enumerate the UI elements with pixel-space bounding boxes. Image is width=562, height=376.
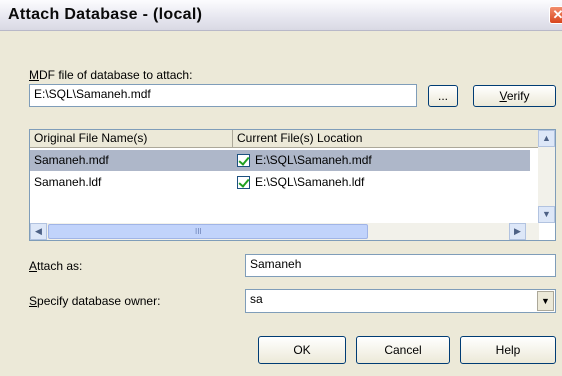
verify-button[interactable]: Verify <box>473 85 556 107</box>
owner-value: sa <box>250 292 263 306</box>
scroll-thumb[interactable]: III <box>48 224 368 239</box>
location-checkbox[interactable] <box>237 154 250 167</box>
ok-button[interactable]: OK <box>258 336 346 364</box>
title-bar: Attach Database - (local) ✕ <box>0 0 562 31</box>
scroll-right-icon[interactable]: ▶ <box>509 223 526 240</box>
current-location: E:\SQL\Samaneh.ldf <box>255 175 365 189</box>
column-header-location[interactable]: Current File(s) Location <box>233 130 539 148</box>
original-file-name: Samaneh.mdf <box>34 153 109 167</box>
column-header-original[interactable]: Original File Name(s) <box>30 130 233 148</box>
attach-as-label: Attach as: <box>29 259 83 273</box>
browse-button[interactable]: ... <box>428 85 458 107</box>
help-button[interactable]: Help <box>460 336 556 364</box>
chevron-down-icon[interactable]: ▼ <box>537 291 554 311</box>
window-title: Attach Database - (local) <box>8 6 203 23</box>
cancel-button[interactable]: Cancel <box>356 336 450 364</box>
owner-select[interactable]: sa ▼ <box>245 289 556 313</box>
mdf-label: MDF file of database to attach: <box>29 68 193 82</box>
original-file-name: Samaneh.ldf <box>34 175 102 189</box>
current-location: E:\SQL\Samaneh.mdf <box>255 153 372 167</box>
table-row[interactable]: Samaneh.mdf E:\SQL\Samaneh.mdf <box>30 150 530 171</box>
scroll-down-icon[interactable]: ▼ <box>538 206 555 223</box>
files-grid[interactable]: Original File Name(s) Current File(s) Lo… <box>29 129 556 241</box>
owner-label: Specify database owner: <box>29 294 161 308</box>
attach-as-input[interactable]: Samaneh <box>245 254 556 277</box>
location-checkbox[interactable] <box>237 176 250 189</box>
close-icon[interactable]: ✕ <box>549 6 562 24</box>
mdf-path-input[interactable]: E:\SQL\Samaneh.mdf <box>29 84 417 107</box>
table-row[interactable]: Samaneh.ldf E:\SQL\Samaneh.ldf <box>30 172 530 193</box>
scroll-left-icon[interactable]: ◀ <box>30 223 47 240</box>
horizontal-scrollbar[interactable]: ◀ III ▶ <box>30 223 539 240</box>
scroll-up-icon[interactable]: ▲ <box>538 130 555 147</box>
vertical-scrollbar[interactable]: ▲ ▼ <box>538 130 555 223</box>
